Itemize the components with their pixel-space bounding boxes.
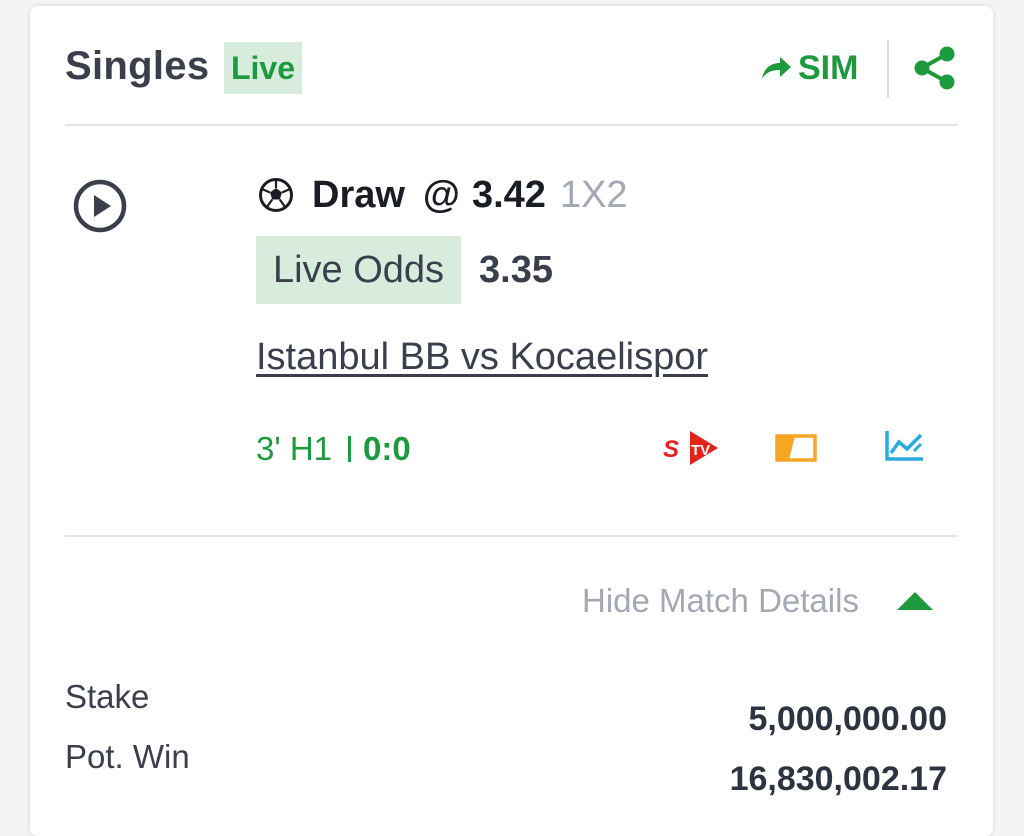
svg-text:S: S — [663, 436, 679, 463]
live-odds-badge: Live Odds — [256, 236, 461, 304]
play-icon[interactable] — [72, 178, 128, 234]
live-badge: Live — [224, 42, 302, 94]
match-link[interactable]: Istanbul BB vs Kocaelispor — [256, 336, 708, 379]
selection-at-sign: @ — [422, 173, 460, 216]
sim-label: SIM — [798, 48, 859, 87]
svg-text:TV: TV — [691, 442, 710, 459]
live-odds-value: 3.35 — [479, 249, 553, 291]
match-time: 3' H1 — [256, 430, 333, 467]
header-separator — [65, 124, 958, 126]
sim-button[interactable]: SIM — [760, 42, 858, 94]
football-icon — [258, 177, 294, 213]
selection-odds: 3.42 — [471, 173, 546, 216]
stats-chart-icon[interactable] — [883, 429, 925, 463]
hide-match-details-toggle[interactable]: Hide Match Details — [582, 578, 935, 624]
stake-label: Stake — [65, 678, 150, 715]
header-divider — [887, 40, 889, 98]
pot-win-label: Pot. Win — [65, 738, 190, 775]
stake-value: 5,000,000.00 — [748, 700, 947, 738]
selection-row: Draw @ 3.42 1X2 — [258, 170, 628, 220]
status-separator — [348, 436, 352, 462]
match-status: 3' H1 0:0 — [256, 426, 411, 472]
selection-name: Draw — [312, 173, 405, 216]
bet-type-title: Singles — [65, 44, 210, 88]
bet-card: Singles Live SIM Draw @ 3.42 1X2 Live Od… — [30, 6, 993, 836]
stv-icon[interactable]: S TV — [662, 426, 720, 470]
share-arrow-icon — [762, 57, 791, 79]
hide-match-details-label: Hide Match Details — [582, 582, 859, 619]
collapse-arrow-icon — [895, 590, 935, 612]
market-name: 1X2 — [559, 173, 628, 216]
match-tracker-icon[interactable] — [775, 433, 819, 463]
details-separator — [65, 535, 958, 537]
pot-win-value: 16,830,002.17 — [729, 760, 947, 798]
match-score: 0:0 — [363, 430, 411, 467]
share-icon[interactable] — [912, 44, 958, 92]
